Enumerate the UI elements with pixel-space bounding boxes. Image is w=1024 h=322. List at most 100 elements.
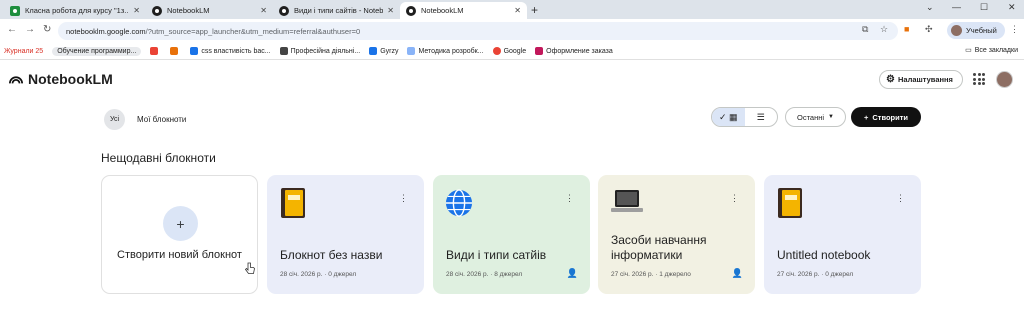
all-bookmarks[interactable]: ▭ Все закладки bbox=[965, 46, 1018, 55]
tab-label: Види і типи сайтів - Notebook... bbox=[294, 6, 384, 15]
plus-icon: + bbox=[163, 206, 198, 241]
install-app-icon[interactable]: ⧉ bbox=[862, 24, 868, 35]
list-icon: ☰ bbox=[756, 111, 765, 122]
notebooklm-icon bbox=[152, 5, 162, 16]
maximize-icon[interactable]: ☐ bbox=[980, 2, 988, 13]
tab-label: NotebookLM bbox=[167, 6, 210, 15]
close-icon[interactable]: ✕ bbox=[133, 6, 140, 15]
tab-search-icon[interactable]: ⌄ bbox=[926, 2, 934, 13]
bookmark-favicon-icon bbox=[535, 47, 544, 55]
browser-tab-active[interactable]: NotebookLM ✕ bbox=[400, 2, 527, 19]
hand-cursor-icon bbox=[245, 262, 255, 274]
notebook-meta: 28 січ. 2026 р. · 0 джерел bbox=[280, 271, 357, 278]
avatar[interactable] bbox=[996, 71, 1013, 88]
workspace-badge[interactable]: Усі bbox=[104, 109, 125, 130]
more-menu-icon[interactable]: ⋮ bbox=[1010, 24, 1019, 35]
workspace-label[interactable]: Мої блокноти bbox=[137, 115, 186, 124]
notebooklm-icon bbox=[279, 5, 289, 16]
bookmark-favicon-icon bbox=[279, 47, 288, 55]
close-icon[interactable]: ✕ bbox=[260, 6, 267, 15]
extensions-puzzle-icon[interactable]: ✣ bbox=[925, 24, 933, 35]
notebook-icon bbox=[778, 188, 802, 218]
browser-tab[interactable]: Класна робота для курсу "1з... ✕ bbox=[4, 2, 146, 19]
notebook-card[interactable]: ⋮ Види і типи сатйів 28 січ. 2026 р. · 8… bbox=[433, 175, 590, 294]
notebook-meta: 28 січ. 2026 р. · 8 джерел bbox=[446, 271, 523, 278]
bookmark-item[interactable] bbox=[170, 47, 181, 55]
shared-person-icon: 👤 bbox=[731, 268, 743, 278]
bookmark-item[interactable]: Журнали 25 bbox=[4, 48, 43, 55]
reload-icon[interactable]: ↻ bbox=[43, 24, 51, 35]
profile-avatar bbox=[951, 25, 962, 36]
chevron-down-icon: ▼ bbox=[828, 114, 834, 120]
create-label: Створити bbox=[872, 112, 909, 122]
more-vert-icon[interactable]: ⋮ bbox=[565, 193, 574, 204]
notebook-title: Untitled notebook bbox=[777, 248, 871, 262]
tab-label: NotebookLM bbox=[421, 6, 464, 15]
google-icon bbox=[492, 47, 501, 55]
url-domain: notebooklm.google.com bbox=[66, 26, 146, 36]
bookmark-item[interactable]: Google bbox=[492, 47, 526, 55]
bookmark-star-icon[interactable]: ☆ bbox=[880, 24, 888, 35]
folder-icon: ▭ bbox=[965, 47, 972, 54]
bookmark-favicon-icon bbox=[190, 47, 199, 55]
notebook-icon bbox=[281, 188, 305, 218]
profile-chip[interactable]: Учебный bbox=[947, 22, 1005, 39]
grid-view-button[interactable]: ✓ ▦ bbox=[712, 108, 745, 126]
classroom-icon bbox=[10, 5, 20, 16]
grid-icon: ▦ bbox=[729, 111, 738, 122]
bookmark-item[interactable]: Оформление заказа bbox=[535, 47, 613, 55]
view-toggle: ✓ ▦ ☰ bbox=[711, 107, 778, 127]
settings-button[interactable]: ⚙ Налаштування bbox=[879, 70, 963, 89]
google-apps-icon[interactable] bbox=[973, 73, 985, 85]
bookmark-item[interactable]: Обучение программир... bbox=[52, 46, 142, 56]
extension-icon[interactable]: ■ bbox=[904, 24, 909, 34]
close-icon[interactable]: ✕ bbox=[387, 6, 394, 15]
app-name: NotebookLM bbox=[28, 71, 113, 87]
address-bar[interactable]: notebooklm.google.com/?utm_source=app_la… bbox=[58, 22, 898, 40]
bookmark-favicon-icon bbox=[407, 47, 416, 55]
more-vert-icon[interactable]: ⋮ bbox=[730, 193, 739, 204]
close-window-icon[interactable]: ✕ bbox=[1008, 2, 1016, 13]
browser-tab[interactable]: NotebookLM ✕ bbox=[146, 2, 273, 19]
forward-icon[interactable]: → bbox=[25, 24, 35, 35]
plus-icon: + bbox=[863, 112, 869, 122]
browser-tab-strip: Класна робота для курсу "1з... ✕ Noteboo… bbox=[0, 0, 1024, 19]
bookmark-item[interactable]: Gyrzy bbox=[369, 47, 398, 55]
notebook-title: Види і типи сатйів bbox=[446, 248, 547, 262]
more-vert-icon[interactable]: ⋮ bbox=[399, 193, 408, 204]
bookmark-item[interactable]: Професійна діяльні... bbox=[279, 47, 360, 55]
notebook-title: Блокнот без назви bbox=[280, 248, 383, 262]
create-button[interactable]: + Створити bbox=[851, 107, 921, 127]
bookmark-item[interactable]: css властивість bac... bbox=[190, 47, 271, 55]
notebook-card[interactable]: ⋮ Блокнот без назви 28 січ. 2026 р. · 0 … bbox=[267, 175, 424, 294]
list-view-button[interactable]: ☰ bbox=[745, 108, 778, 126]
new-tab-icon[interactable]: + bbox=[531, 3, 538, 17]
bookmarks-bar: Журнали 25 Обучение программир... css вл… bbox=[0, 43, 1024, 60]
notebooklm-icon bbox=[406, 5, 416, 16]
browser-tab[interactable]: Види і типи сайтів - Notebook... ✕ bbox=[273, 2, 400, 19]
sort-dropdown[interactable]: Останні ▼ bbox=[785, 107, 846, 127]
gear-icon: ⚙ bbox=[886, 74, 895, 85]
globe-icon bbox=[445, 189, 473, 217]
browser-toolbar: ← → ↻ notebooklm.google.com/?utm_source=… bbox=[0, 19, 1024, 43]
notebook-title: Засоби навчання інформатики bbox=[611, 233, 707, 262]
bookmark-item[interactable] bbox=[150, 47, 161, 55]
create-notebook-card[interactable]: + Створити новий блокнот bbox=[101, 175, 258, 294]
bookmark-favicon-icon bbox=[369, 47, 378, 55]
section-title: Нещодавні блокноти bbox=[101, 151, 216, 165]
check-icon: ✓ bbox=[718, 111, 727, 122]
more-vert-icon[interactable]: ⋮ bbox=[896, 193, 905, 204]
notebook-card[interactable]: ⋮ Засоби навчання інформатики 27 січ. 20… bbox=[598, 175, 755, 294]
tab-label: Класна робота для курсу "1з... bbox=[25, 6, 130, 15]
minimize-icon[interactable]: — bbox=[952, 2, 961, 12]
profile-label: Учебный bbox=[966, 26, 997, 35]
shared-person-icon: 👤 bbox=[566, 268, 578, 278]
back-icon[interactable]: ← bbox=[7, 24, 17, 35]
bookmark-item[interactable]: Методика розробк... bbox=[407, 47, 484, 55]
notebooklm-logo-icon bbox=[9, 76, 23, 84]
app-logo[interactable]: NotebookLM bbox=[9, 71, 113, 87]
notebook-card[interactable]: ⋮ Untitled notebook 27 січ. 2026 р. · 0 … bbox=[764, 175, 921, 294]
notebook-meta: 27 січ. 2026 р. · 0 джерел bbox=[777, 271, 854, 278]
close-icon[interactable]: ✕ bbox=[514, 6, 521, 15]
settings-label: Налаштування bbox=[898, 75, 953, 84]
